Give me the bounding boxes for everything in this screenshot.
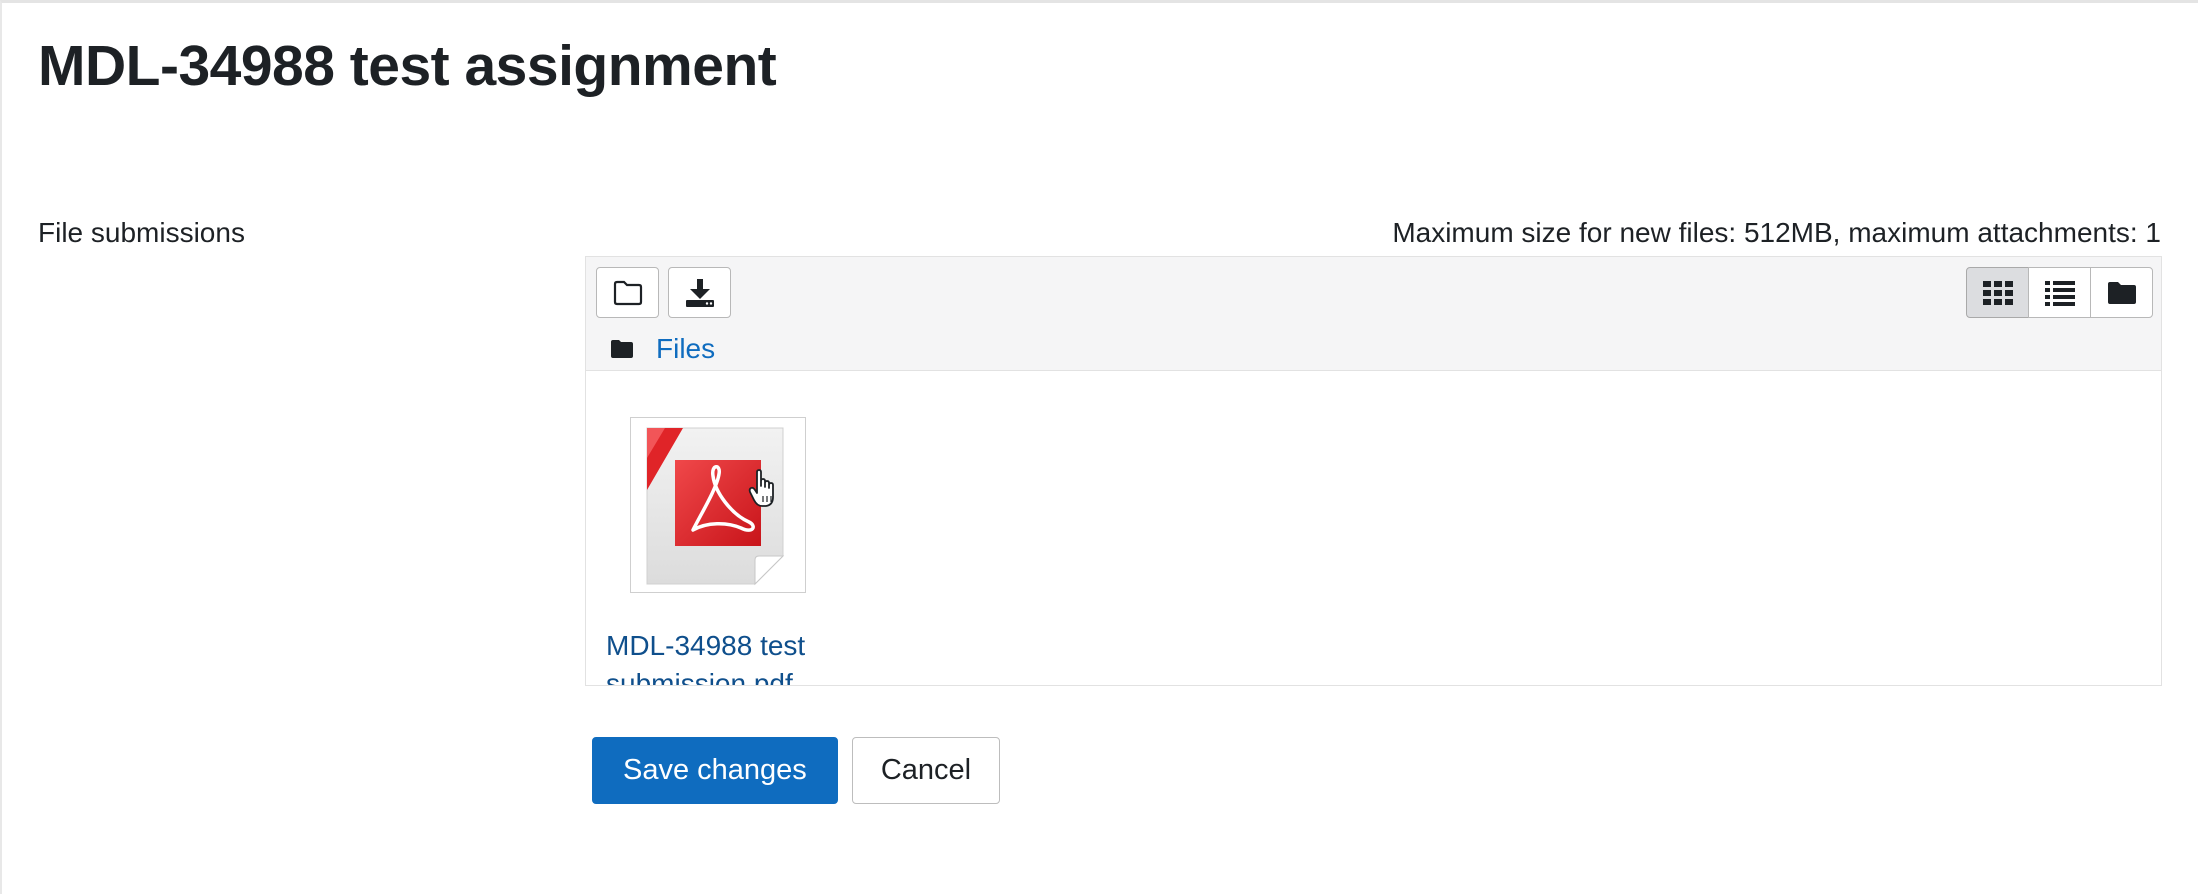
grid-view-icon (1982, 280, 2013, 305)
list-view-icon (2044, 280, 2075, 306)
grid-view-button[interactable] (1966, 267, 2029, 318)
file-name: MDL-34988 test submission.pdf (606, 630, 806, 685)
view-mode-switcher (1966, 267, 2153, 318)
tree-view-button[interactable] (2090, 267, 2153, 318)
save-changes-button[interactable]: Save changes (592, 737, 838, 804)
folder-outline-icon (613, 280, 642, 305)
file-limits-text: Maximum size for new files: 512MB, maxim… (1392, 217, 2161, 248)
page-title: MDL-34988 test assignment (38, 34, 777, 98)
download-icon (685, 278, 714, 307)
file-manager: Files MDL-34988 test submission.pdf (585, 256, 2162, 686)
file-manager-toolbar: Files (586, 257, 2161, 371)
download-all-button[interactable] (668, 267, 731, 318)
cancel-button[interactable]: Cancel (851, 737, 1001, 804)
file-submissions-label: File submissions (38, 217, 245, 248)
pdf-file-icon (646, 427, 785, 586)
folder-icon (611, 340, 633, 358)
form-actions: Save changes Cancel (592, 737, 1001, 804)
breadcrumb: Files (610, 333, 715, 365)
list-view-button[interactable] (2028, 267, 2091, 318)
breadcrumb-files-link[interactable]: Files (656, 333, 715, 365)
add-file-button[interactable] (596, 267, 659, 318)
file-thumbnail (630, 417, 806, 593)
file-manager-content: MDL-34988 test submission.pdf (586, 371, 2161, 685)
folder-tree-view-icon (2107, 281, 2136, 304)
page: MDL-34988 test assignment File submissio… (0, 0, 2198, 894)
